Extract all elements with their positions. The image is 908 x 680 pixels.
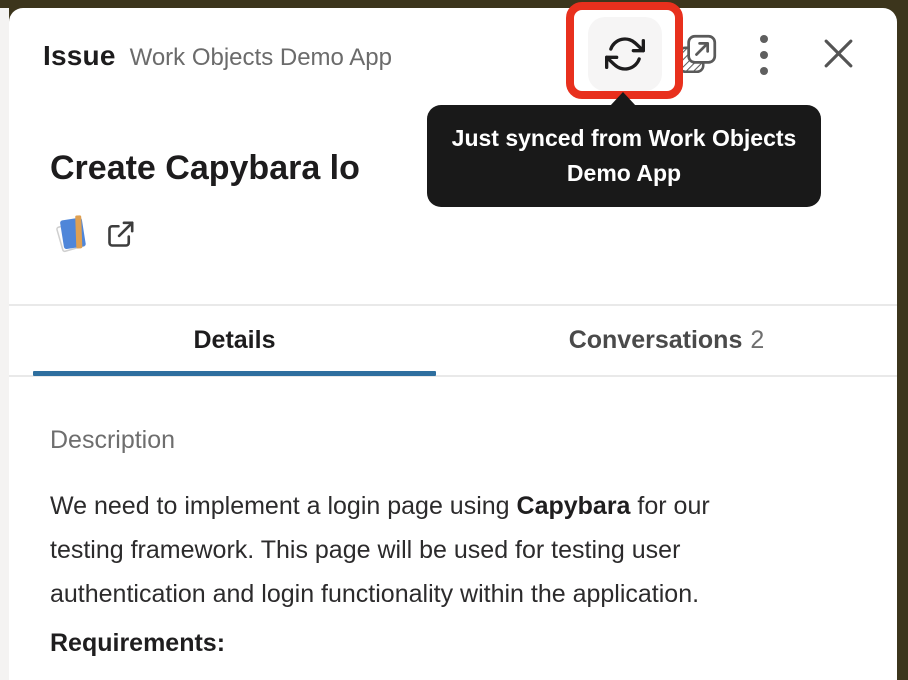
- object-type-label: Issue: [43, 40, 116, 72]
- description-line3: authentication and login functionality w…: [50, 580, 699, 608]
- tab-conversations-label: Conversations: [569, 326, 743, 354]
- more-options-button[interactable]: [756, 32, 772, 78]
- panel-header: Issue Work Objects Demo App: [43, 40, 392, 72]
- sync-tooltip: Just synced from Work Objects Demo App: [427, 105, 821, 207]
- open-in-new-window-icon: [674, 31, 720, 77]
- description-line1-post: for our: [630, 492, 709, 520]
- description-line1-bold: Capybara: [517, 492, 631, 520]
- issue-title: Create Capybara lo: [50, 149, 360, 188]
- external-link-icon: [104, 218, 137, 251]
- tooltip-arrow: [610, 92, 636, 106]
- close-panel-button[interactable]: [821, 36, 856, 71]
- requirements-heading: Requirements:: [50, 629, 225, 658]
- tab-details-label: Details: [194, 326, 276, 354]
- open-in-new-window-button[interactable]: [674, 31, 720, 77]
- description-text: We need to implement a login page using …: [50, 484, 860, 616]
- blue-notebook-emoji: [52, 214, 92, 254]
- sync-button[interactable]: [588, 17, 662, 91]
- description-line2: testing framework. This page will be use…: [50, 536, 680, 564]
- description-line1-pre: We need to implement a login page using: [50, 492, 517, 520]
- issue-flexpane-screenshot: Issue Work Objects Demo App: [0, 0, 908, 680]
- background-page-edge: [0, 8, 9, 680]
- app-name-label: Work Objects Demo App: [130, 44, 392, 72]
- sync-refresh-icon: [605, 34, 645, 74]
- more-options-kebab-icon: [756, 32, 772, 78]
- tab-details[interactable]: Details: [33, 306, 436, 374]
- description-section-heading: Description: [50, 426, 175, 455]
- open-external-link[interactable]: [104, 218, 137, 251]
- tab-conversations-count: 2: [750, 326, 764, 354]
- title-meta-row: [52, 214, 137, 254]
- close-icon: [821, 36, 856, 71]
- tab-conversations[interactable]: Conversations2: [436, 306, 897, 374]
